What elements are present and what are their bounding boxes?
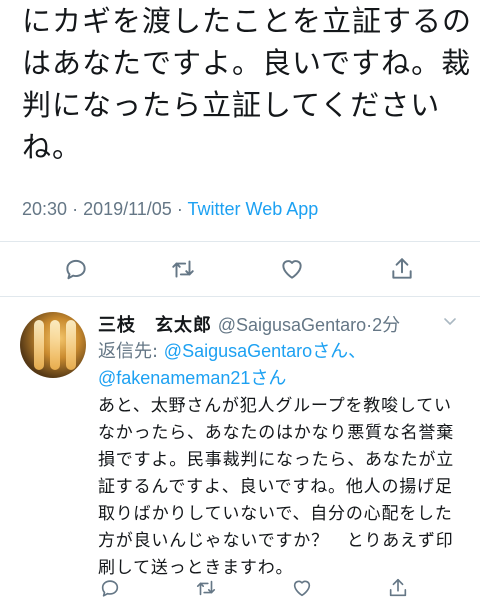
reply-action-bar [0, 568, 480, 608]
reply-handle[interactable]: @SaigusaGentaro [218, 315, 366, 335]
reply-icon [101, 580, 119, 597]
mention-suffix: さん [250, 368, 287, 389]
chevron-down-icon [444, 318, 456, 326]
retweet-button[interactable] [163, 249, 203, 289]
tweet-text-line: にカギを渡したことを立証するの [22, 4, 473, 38]
tweet-text-line: はあなたですよ。良いですね。裁 [22, 46, 472, 80]
replying-to-label: 返信先: [98, 341, 164, 362]
more-options-button[interactable] [442, 313, 458, 333]
tweet-source-link[interactable]: Twitter Web App [188, 199, 319, 219]
mention-link[interactable]: @fakenameman21 [98, 368, 250, 388]
tweet-action-bar [0, 249, 480, 289]
reply-age: 2分 [372, 315, 401, 335]
retweet-icon [196, 580, 216, 596]
avatar[interactable] [20, 312, 86, 378]
tweet-meta: 20:30 · 2019/11/05 · Twitter Web App [22, 199, 318, 220]
tweet-text-line: 判になったら立証してください [22, 88, 441, 122]
avatar-light [50, 320, 60, 370]
divider [0, 296, 480, 297]
retweet-icon [172, 260, 194, 278]
tweet-time[interactable]: 20:30 [22, 199, 67, 219]
mention-link[interactable]: @SaigusaGentaro [164, 341, 312, 361]
replying-to: 返信先: @SaigusaGentaroさん、 @fakenameman21さん [98, 338, 468, 392]
share-button[interactable] [382, 249, 422, 289]
tweet-text-line: ね。 [22, 130, 83, 164]
share-icon [392, 258, 412, 279]
tweet-text: にカギを渡したことを立証するの はあなたですよ。良いですね。裁 判になったら立証… [22, 0, 472, 168]
reply-text: あと、太野さんが犯人グループを教唆してい なかったら、あなたのはかなり悪質な名誉… [98, 393, 468, 582]
reply-icon [66, 259, 86, 280]
reply-text-line: 取りばかりしていないで、自分の心配をした [98, 504, 453, 524]
reply-text-line: 証するんですよ、良いですね。他人の揚げ足 [98, 477, 453, 497]
reply-header: 三枝 玄太郎 @SaigusaGentaro·2分 [98, 311, 468, 337]
share-icon [389, 578, 407, 597]
retweet-button[interactable] [186, 568, 226, 608]
reply-text-line: あと、太野さんが犯人グループを教唆してい [98, 396, 452, 416]
mention-suffix: さん、 [312, 341, 367, 362]
reply-button[interactable] [56, 249, 96, 289]
reply-text-line: なかったら、あなたのはかなり悪質な名誉棄 [98, 423, 454, 443]
reply-text-line: 損ですよ。民事裁判になったら、あなたが立 [98, 450, 454, 470]
like-button[interactable] [272, 249, 312, 289]
tweet-date[interactable]: 2019/11/05 [83, 199, 172, 219]
heart-icon [282, 260, 302, 279]
avatar-light [66, 320, 76, 370]
meta-separator: · [176, 199, 188, 219]
meta-separator: · [72, 199, 84, 219]
divider [0, 241, 480, 242]
reply-display-name[interactable]: 三枝 玄太郎 [98, 315, 212, 336]
avatar-light [34, 320, 44, 370]
reply-button[interactable] [90, 568, 130, 608]
heart-icon [293, 580, 311, 597]
share-button[interactable] [378, 568, 418, 608]
like-button[interactable] [282, 568, 322, 608]
reply-text-line: 方が良いんじゃないですか？ とりあえず印 [98, 531, 454, 551]
